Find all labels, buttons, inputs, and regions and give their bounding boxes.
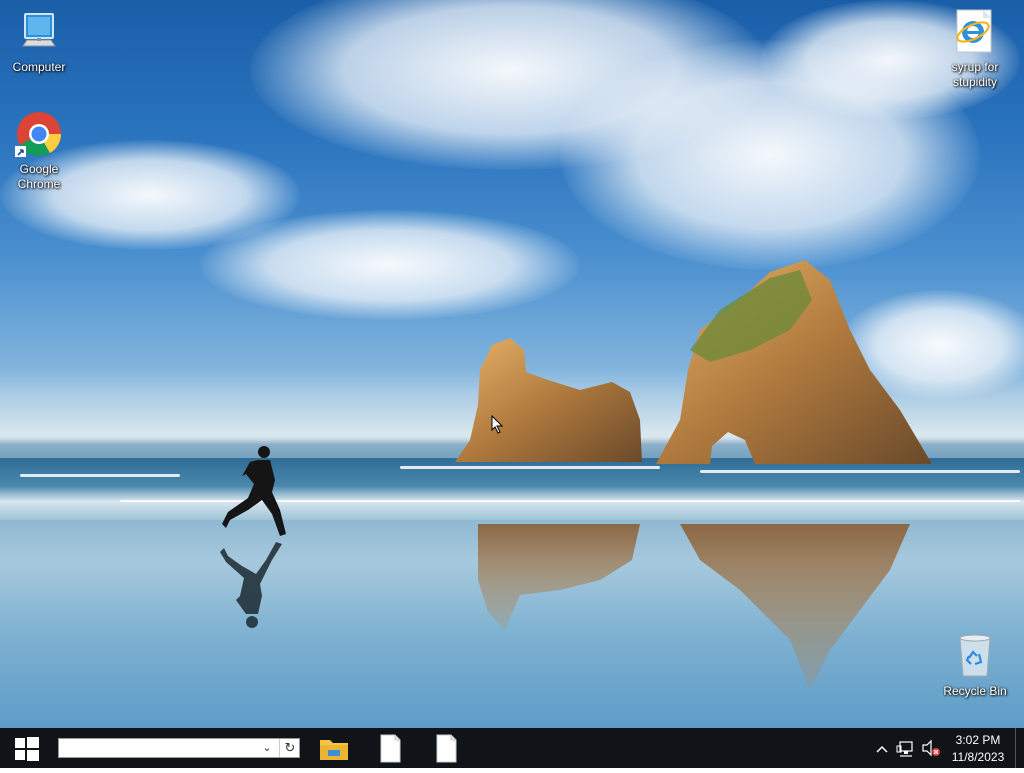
start-button[interactable] (0, 728, 54, 768)
runner-silhouette (222, 446, 286, 536)
desktop-icon-computer[interactable]: Computer (1, 8, 77, 75)
windows-logo-icon (15, 737, 39, 761)
mouse-cursor-icon (491, 415, 504, 434)
search-input[interactable] (61, 740, 255, 756)
volume-button[interactable] (920, 728, 942, 768)
rock-arch-reflection (680, 524, 910, 690)
clock-button[interactable]: 3:02 PM 11/8/2023 (944, 728, 1012, 768)
desktop-icon-recycle-bin[interactable]: Recycle Bin (937, 632, 1013, 699)
address-search-box[interactable]: ⌄ ↻ (58, 738, 300, 758)
desktop-icon-label: Computer (12, 60, 66, 74)
show-hidden-icons-button[interactable] (872, 728, 892, 768)
clock-date: 11/8/2023 (951, 750, 1005, 764)
document-icon (436, 734, 457, 763)
chrome-icon (15, 110, 63, 158)
desktop-background[interactable]: Computer Google Chrome syrup for stupidi… (0, 0, 1024, 728)
recycle-bin-icon (951, 632, 999, 680)
internet-explorer-icon (951, 8, 999, 56)
show-desktop-button[interactable] (1015, 728, 1024, 768)
runner-reflection (220, 542, 282, 628)
rock-left (455, 338, 642, 462)
network-status-button[interactable] (896, 728, 918, 768)
computer-icon (15, 8, 63, 56)
desktop-icon-label: syrup for stupidity (951, 60, 999, 89)
file-explorer-icon (320, 740, 348, 760)
wallpaper-scenery (220, 260, 932, 690)
speaker-muted-icon (922, 739, 940, 757)
desktop-icon-google-chrome[interactable]: Google Chrome (1, 110, 77, 192)
desktop-icon-label: Google Chrome (17, 162, 61, 191)
network-icon (896, 741, 913, 757)
taskbar-document-button[interactable] (362, 728, 418, 768)
rock-left-reflection (478, 524, 640, 630)
chevron-up-icon (876, 745, 888, 753)
desktop-icon-label: Recycle Bin (943, 684, 1007, 698)
desktop-icon-syrup-for-stupidity[interactable]: syrup for stupidity (937, 8, 1013, 90)
taskbar-document-button[interactable] (418, 728, 474, 768)
chevron-down-icon[interactable]: ⌄ (257, 739, 277, 757)
document-icon (380, 734, 401, 763)
clock-time: 3:02 PM (955, 733, 1001, 747)
taskbar: ⌄ ↻ 3:02 PM 11/8/2023 (0, 728, 1024, 768)
taskbar-file-explorer-button[interactable] (306, 728, 362, 768)
refresh-icon[interactable]: ↻ (279, 739, 300, 757)
